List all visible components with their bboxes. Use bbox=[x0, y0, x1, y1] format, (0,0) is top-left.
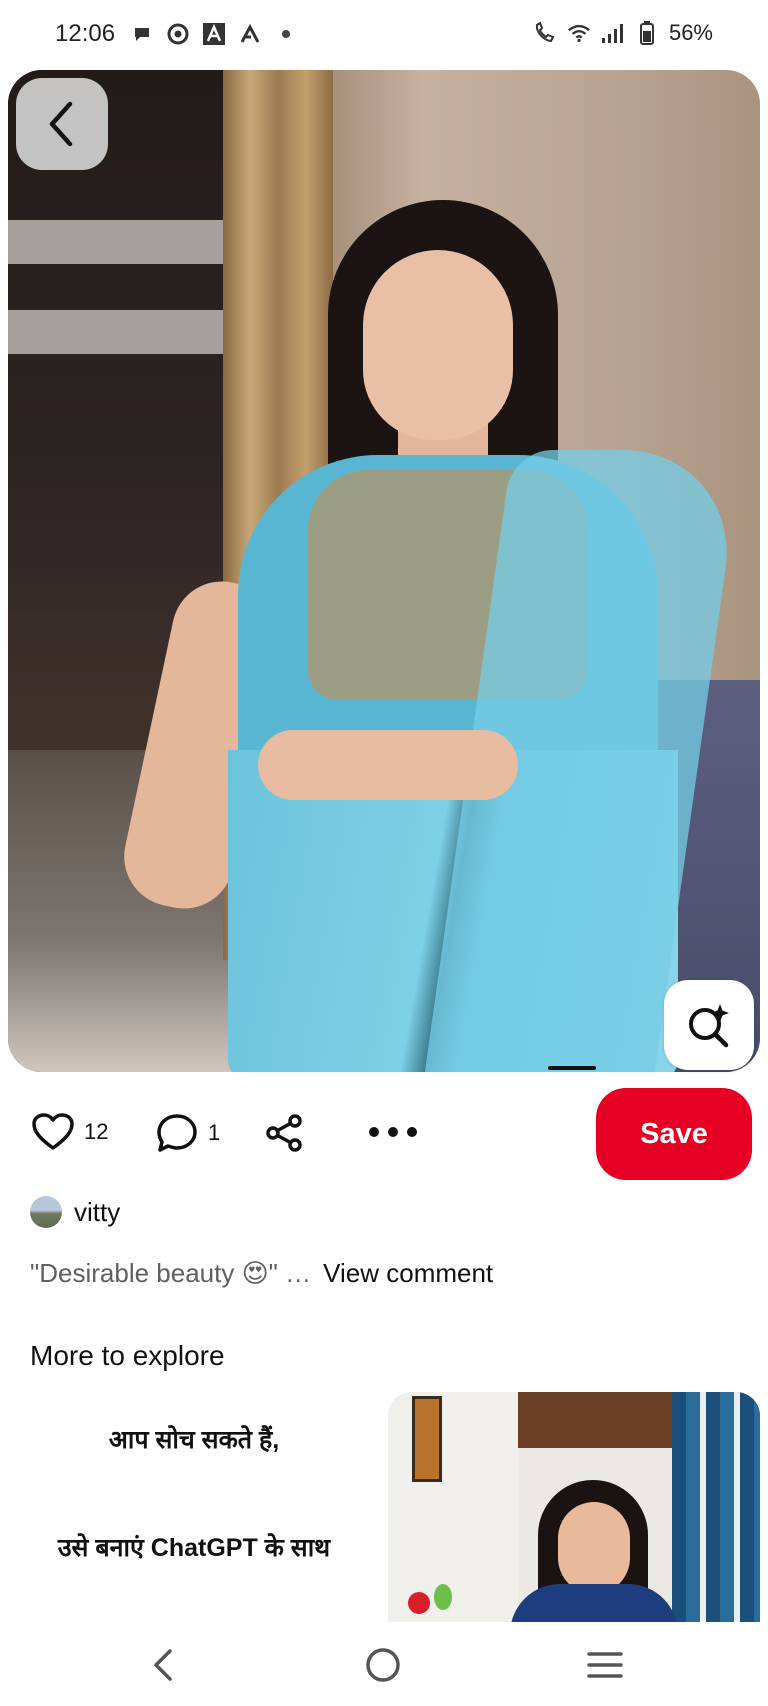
signal-icon bbox=[601, 21, 625, 45]
comment-preview[interactable]: "Desirable beauty 😍" … View comment bbox=[30, 1258, 493, 1289]
card-image-wall bbox=[388, 1392, 518, 1622]
comment-icon bbox=[157, 1114, 197, 1152]
heart-icon bbox=[32, 1113, 74, 1150]
nav-home-button[interactable] bbox=[358, 1640, 408, 1690]
image-indicator bbox=[548, 1066, 596, 1070]
a-outline-icon bbox=[238, 22, 262, 46]
dot-icon bbox=[274, 22, 298, 46]
status-time: 12:06 bbox=[55, 20, 116, 47]
wifi-call-icon bbox=[533, 21, 557, 45]
status-notification-icons bbox=[130, 22, 298, 46]
subject-face bbox=[363, 250, 513, 440]
chat-bubble-icon bbox=[130, 22, 154, 46]
subject-hands bbox=[258, 730, 518, 800]
share-icon bbox=[266, 1114, 302, 1152]
section-title: More to explore bbox=[30, 1340, 225, 1371]
view-comment-link[interactable]: View comment bbox=[323, 1258, 493, 1289]
card-image-toy bbox=[434, 1584, 452, 1610]
card-image-frame bbox=[412, 1396, 442, 1482]
nav-back-button[interactable] bbox=[138, 1640, 188, 1690]
card-text-line: उसे बनाएं ChatGPT के साथ bbox=[57, 1534, 331, 1562]
battery-percent: 56% bbox=[668, 20, 713, 45]
a-app-icon bbox=[202, 22, 226, 46]
card-image-curtain bbox=[672, 1392, 760, 1622]
visual-search-icon bbox=[689, 1004, 729, 1048]
card-image-face bbox=[558, 1502, 630, 1594]
chrome-icon bbox=[166, 22, 190, 46]
visual-search-button[interactable] bbox=[664, 980, 754, 1070]
more-icon bbox=[369, 1127, 417, 1137]
battery-icon bbox=[635, 21, 659, 45]
nav-home-icon bbox=[366, 1648, 400, 1682]
avatar[interactable] bbox=[30, 1196, 62, 1228]
wifi-icon bbox=[567, 21, 591, 45]
photo-subject bbox=[114, 200, 743, 1072]
nav-back-icon bbox=[154, 1649, 172, 1681]
comment-button[interactable]: 1 bbox=[156, 1113, 220, 1153]
comment-text: "Desirable beauty 😍" … bbox=[30, 1258, 312, 1288]
explore-card[interactable] bbox=[388, 1392, 760, 1622]
back-button[interactable] bbox=[16, 78, 108, 170]
creator-row[interactable]: vitty bbox=[30, 1196, 120, 1228]
more-button[interactable] bbox=[368, 1125, 418, 1139]
status-right: 56% bbox=[533, 20, 713, 46]
card-text-line: आप सोच सकते हैं, bbox=[108, 1426, 280, 1454]
explore-card[interactable]: आप सोच सकते हैं, उसे बनाएं ChatGPT के सा… bbox=[8, 1392, 380, 1622]
likes-count: 12 bbox=[84, 1119, 109, 1144]
card-image-toy bbox=[408, 1592, 430, 1614]
comments-count: 1 bbox=[208, 1120, 221, 1145]
pin-image[interactable] bbox=[8, 70, 760, 1072]
like-button[interactable]: 12 bbox=[32, 1113, 108, 1151]
chevron-left-icon bbox=[49, 101, 73, 147]
card-image-dress bbox=[510, 1584, 678, 1622]
nav-recents-button[interactable] bbox=[580, 1640, 630, 1690]
save-button[interactable]: Save bbox=[596, 1088, 752, 1180]
status-bar: 12:06 56% bbox=[0, 0, 768, 70]
nav-recents-icon bbox=[587, 1652, 623, 1678]
system-nav-bar bbox=[0, 1622, 768, 1706]
creator-name[interactable]: vitty bbox=[74, 1197, 120, 1228]
share-button[interactable] bbox=[264, 1113, 304, 1153]
